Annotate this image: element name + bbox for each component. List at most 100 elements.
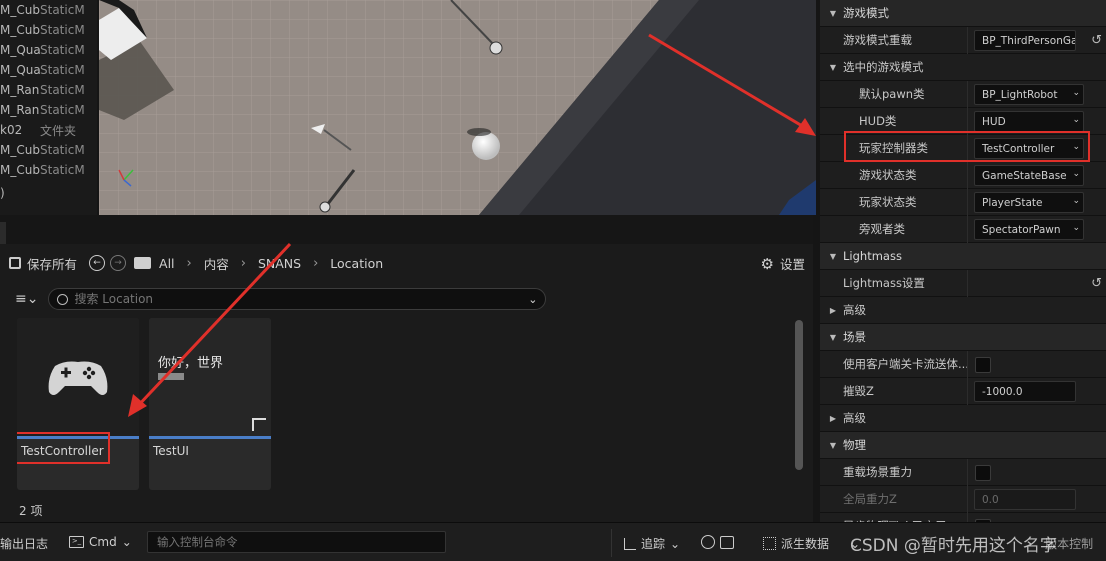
asset-grid: TestController 你好，世界 TestUI	[15, 242, 791, 490]
combo-value: PlayerState	[982, 196, 1043, 209]
level-viewport[interactable]	[99, 0, 816, 215]
details-row[interactable]: ▶ 高级	[820, 297, 1106, 324]
outliner-row[interactable]: M_Cub StaticM	[0, 140, 97, 160]
class-combo-box[interactable]: GameStateBase ⌄	[974, 165, 1084, 186]
expand-arrow-icon[interactable]: ▼	[826, 9, 840, 18]
details-label: 旁观者类	[859, 222, 905, 236]
column-divider[interactable]	[967, 459, 968, 486]
details-label: Lightmass设置	[843, 276, 925, 290]
viewport-scene	[99, 0, 816, 215]
chevron-down-icon[interactable]: ⌄	[528, 293, 537, 306]
outliner-row[interactable]: M_Ran StaticM	[0, 100, 97, 120]
outliner-item-type: StaticM	[40, 103, 85, 117]
collapse-arrow-icon[interactable]: ▶	[826, 306, 840, 315]
details-row: 默认pawn类 BP_LightRobot ⌄	[820, 81, 1106, 108]
record-button[interactable]	[701, 535, 734, 549]
checkbox[interactable]	[975, 357, 991, 373]
content-browser: 保存所有 ← → All › 内容 › SNANS › Location ⚙ 设…	[0, 242, 813, 522]
back-icon[interactable]: ←	[89, 255, 106, 271]
class-combo-box[interactable]: HUD ⌄	[974, 111, 1084, 132]
column-divider[interactable]	[967, 270, 968, 297]
record-icon	[701, 535, 715, 549]
column-divider[interactable]	[967, 378, 968, 405]
numeric-field[interactable]: 0.0	[974, 489, 1076, 510]
outliner-item-name: k02	[0, 123, 23, 137]
details-row: 重载场景重力	[820, 459, 1106, 486]
reset-to-default-icon[interactable]: ↺	[1091, 33, 1102, 48]
details-row[interactable]: ▼ Lightmass	[820, 243, 1106, 270]
breadcrumb-location[interactable]: Location	[330, 256, 383, 271]
trace-dropdown[interactable]: 追踪 ⌄	[624, 535, 680, 552]
expand-arrow-icon[interactable]: ▼	[826, 441, 840, 450]
outliner-item-name: M_Ran	[0, 103, 40, 117]
outliner-item-name: M_Qua	[0, 43, 40, 57]
outliner-item-name: M_Cub	[0, 23, 40, 37]
save-all-button[interactable]: 保存所有	[9, 254, 77, 273]
outliner-row[interactable]: M_Cub StaticM	[0, 0, 97, 20]
outliner-item-name: M_Cub	[0, 3, 40, 17]
settings-label: 设置	[779, 257, 805, 272]
details-row[interactable]: ▼ 场景	[820, 324, 1106, 351]
outliner-item-type: StaticM	[40, 43, 85, 57]
class-combo-box[interactable]: BP_ThirdPersonGa ⌄	[974, 30, 1076, 51]
column-divider[interactable]	[967, 162, 968, 189]
collapse-arrow-icon[interactable]: ▶	[826, 414, 840, 423]
cmd-dropdown[interactable]: >_ Cmd ⌄	[69, 535, 132, 549]
search-icon	[57, 293, 69, 305]
outliner-item-name: M_Cub	[0, 163, 40, 177]
panel-tab-strip	[0, 215, 813, 244]
outliner-item-type: StaticM	[40, 63, 85, 77]
chevron-down-icon: ⌄	[1072, 196, 1080, 206]
outliner-row[interactable]: M_Cub StaticM	[0, 20, 97, 40]
chevron-down-icon: ⌄	[1072, 115, 1080, 125]
panel-tab-stub[interactable]	[0, 222, 6, 244]
derived-data-label: 派生数据	[781, 537, 830, 551]
outliner-item-name: M_Ran	[0, 83, 40, 97]
details-row: Lightmass设置 ↺	[820, 270, 1106, 297]
class-combo-box[interactable]: SpectatorPawn ⌄	[974, 219, 1084, 240]
details-label: 摧毁Z	[843, 384, 874, 398]
outliner-row[interactable]: M_Qua StaticM	[0, 60, 97, 80]
output-log-button[interactable]: 输出日志	[0, 535, 48, 552]
class-combo-box[interactable]: PlayerState ⌄	[974, 192, 1084, 213]
reset-to-default-icon[interactable]: ↺	[1091, 276, 1102, 291]
column-divider[interactable]	[967, 216, 968, 243]
column-divider[interactable]	[967, 81, 968, 108]
column-divider[interactable]	[967, 513, 968, 522]
outliner-row[interactable]: M_Ran StaticM	[0, 80, 97, 100]
widget-blueprint-icon	[252, 418, 266, 431]
details-row: 摧毁Z -1000.0	[820, 378, 1106, 405]
details-label: 使用客户端关卡流送体...	[843, 357, 968, 371]
settings-button[interactable]: ⚙ 设置	[761, 254, 805, 273]
details-row[interactable]: ▼ 游戏模式	[820, 0, 1106, 27]
details-row[interactable]: ▼ 选中的游戏模式	[820, 54, 1106, 81]
derived-data-button[interactable]: 派生数据	[763, 535, 829, 552]
combo-value: BP_ThirdPersonGa	[982, 34, 1076, 47]
details-row: 玩家状态类 PlayerState ⌄	[820, 189, 1106, 216]
class-combo-box[interactable]: BP_LightRobot ⌄	[974, 84, 1084, 105]
details-row[interactable]: ▶ 高级	[820, 405, 1106, 432]
outliner-item-type: StaticM	[40, 163, 85, 177]
details-row[interactable]: ▼ 物理	[820, 432, 1106, 459]
column-divider[interactable]	[967, 486, 968, 513]
details-row: 全局重力Z 0.0	[820, 486, 1106, 513]
numeric-field[interactable]: -1000.0	[974, 381, 1076, 402]
outliner-row[interactable]: k02 文件夹	[0, 120, 97, 140]
outliner-row[interactable]: M_Cub StaticM	[0, 160, 97, 180]
expand-arrow-icon[interactable]: ▼	[826, 333, 840, 342]
trace-label: 追踪	[641, 537, 666, 551]
content-browser-scrollbar[interactable]	[795, 320, 803, 470]
column-divider[interactable]	[967, 351, 968, 378]
column-divider[interactable]	[967, 189, 968, 216]
expand-arrow-icon[interactable]: ▼	[826, 63, 840, 72]
console-command-input[interactable]	[147, 531, 446, 553]
details-label: 游戏模式	[843, 6, 889, 20]
checkbox[interactable]	[975, 465, 991, 481]
outliner-row[interactable]: M_Qua StaticM	[0, 40, 97, 60]
statusbar-divider	[611, 529, 612, 557]
watermark: CSDN @暂时先用这个名字	[850, 536, 1057, 556]
column-divider[interactable]	[967, 27, 968, 54]
expand-arrow-icon[interactable]: ▼	[826, 252, 840, 261]
filter-icon[interactable]: ≡⌄	[15, 291, 38, 307]
numeric-value: 0.0	[982, 493, 999, 506]
